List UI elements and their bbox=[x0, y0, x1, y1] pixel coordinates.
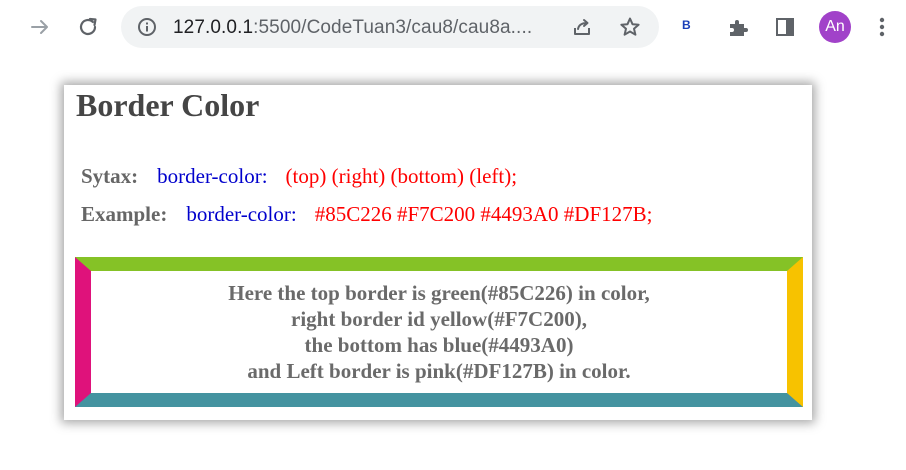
star-icon[interactable] bbox=[619, 16, 641, 38]
menu-icon[interactable] bbox=[871, 14, 893, 40]
share-icon[interactable] bbox=[571, 16, 593, 38]
demo-line: right border id yellow(#F7C200), bbox=[291, 307, 587, 331]
side-panel-icon[interactable] bbox=[774, 16, 796, 38]
example-property: border-color: bbox=[186, 202, 297, 226]
url-path: :5500/CodeTuan3/cau8/cau8a.... bbox=[253, 17, 533, 38]
address-bar[interactable]: 127.0.0.1:5500/CodeTuan3/cau8/cau8a.... bbox=[121, 6, 659, 48]
demo-line: and Left border is pink(#DF127B) in colo… bbox=[247, 359, 631, 383]
extension-badge[interactable]: B bbox=[682, 18, 691, 32]
syntax-label: Sytax: bbox=[81, 164, 139, 188]
content-card: Border Color Sytax: border-color: (top) (r… bbox=[64, 85, 812, 420]
browser-toolbar: 127.0.0.1:5500/CodeTuan3/cau8/cau8a.... … bbox=[0, 0, 906, 54]
syntax-value: (top) (right) (bottom) (left); bbox=[285, 164, 518, 188]
demo-text: Here the top border is green(#85C226) in… bbox=[228, 280, 650, 384]
info-icon[interactable] bbox=[137, 17, 157, 37]
example-value: #85C226 #F7C200 #4493A0 #DF127B; bbox=[314, 202, 653, 226]
puzzle-icon[interactable] bbox=[726, 16, 750, 40]
demo-line: Here the top border is green(#85C226) in… bbox=[228, 281, 650, 305]
example-row: Example: border-color: #85C226 #F7C200 #44… bbox=[81, 202, 653, 227]
forward-icon[interactable] bbox=[26, 13, 54, 41]
reload-icon[interactable] bbox=[74, 13, 102, 41]
syntax-property: border-color: bbox=[157, 164, 268, 188]
border-demo-box: Here the top border is green(#85C226) in… bbox=[75, 257, 803, 407]
url-host: 127.0.0.1 bbox=[173, 17, 254, 38]
demo-line: the bottom has blue(#4493A0) bbox=[304, 333, 574, 357]
syntax-row: Sytax: border-color: (top) (right) (bottom… bbox=[81, 164, 517, 189]
profile-avatar[interactable]: An bbox=[819, 11, 851, 43]
page-title: Border Color bbox=[76, 87, 260, 123]
example-label: Example: bbox=[81, 202, 168, 226]
url-text[interactable]: 127.0.0.1:5500/CodeTuan3/cau8/cau8a.... bbox=[173, 17, 532, 39]
